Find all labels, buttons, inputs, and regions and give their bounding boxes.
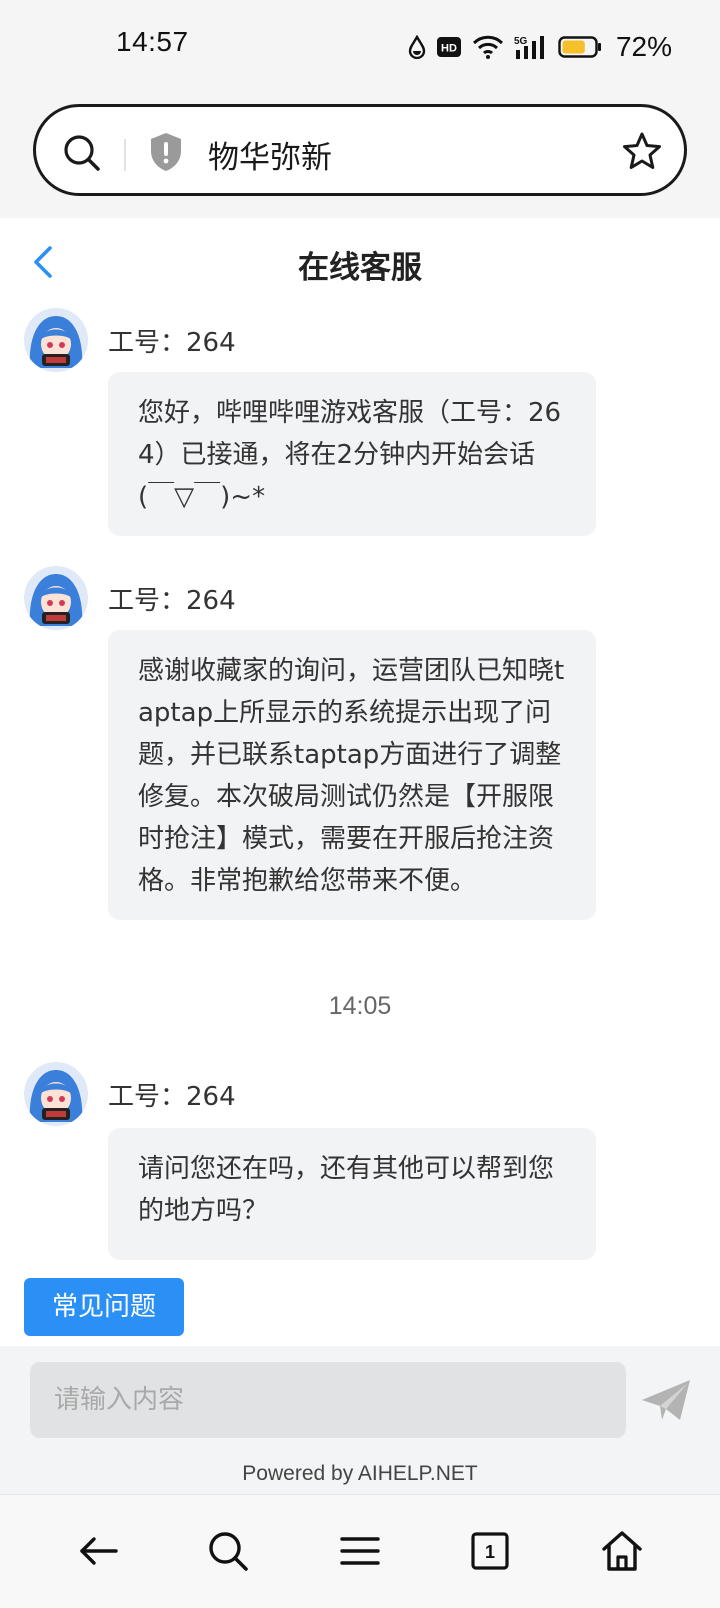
shield-icon[interactable] bbox=[148, 131, 184, 177]
wifi-icon bbox=[472, 34, 504, 60]
star-icon[interactable] bbox=[622, 131, 662, 175]
status-time: 14:57 bbox=[116, 26, 189, 57]
network-label: 5G bbox=[514, 36, 528, 47]
battery-text: 72% bbox=[615, 31, 672, 62]
address-divider bbox=[124, 139, 126, 171]
status-bar: 14:57 HD 5G 72% bbox=[0, 0, 720, 96]
agent-name: 工号：264 bbox=[108, 1082, 236, 1112]
send-icon[interactable] bbox=[640, 1376, 694, 1426]
status-icons: HD 5G 72% bbox=[408, 30, 672, 64]
agent-avatar bbox=[24, 1062, 88, 1126]
search-icon[interactable] bbox=[204, 1527, 252, 1575]
message-input[interactable] bbox=[30, 1362, 626, 1438]
message-bubble: 您好，哔哩哔哩游戏客服（工号：264）已接通，将在2分钟内开始会话(￣▽￣)~* bbox=[108, 372, 596, 536]
input-area: Powered by AIHELP.NET bbox=[0, 1346, 720, 1494]
battery-icon bbox=[558, 35, 602, 59]
hd-icon: HD bbox=[436, 36, 462, 58]
search-icon[interactable] bbox=[62, 133, 102, 177]
address-bar[interactable]: 物华弥新 bbox=[33, 104, 687, 196]
tab-count: 1 bbox=[485, 1542, 495, 1562]
address-title[interactable]: 物华弥新 bbox=[208, 132, 332, 177]
time-separator: 14:05 bbox=[328, 992, 392, 1020]
browser-toolbar: 物华弥新 bbox=[0, 96, 720, 218]
tabs-icon[interactable]: 1 bbox=[466, 1527, 514, 1575]
agent-name: 工号：264 bbox=[108, 586, 236, 616]
agent-avatar bbox=[24, 566, 88, 630]
faq-button[interactable]: 常见问题 bbox=[24, 1278, 184, 1336]
bottom-nav: 1 bbox=[0, 1494, 720, 1608]
agent-name: 工号：264 bbox=[108, 328, 236, 358]
powered-by: Powered by AIHELP.NET bbox=[242, 1462, 478, 1485]
hd-label: HD bbox=[441, 43, 457, 55]
page-header: 在线客服 bbox=[0, 218, 720, 308]
back-arrow-icon[interactable] bbox=[74, 1527, 122, 1575]
message-bubble: 感谢收藏家的询问，运营团队已知晓taptap上所显示的系统提示出现了问题，并已联… bbox=[108, 630, 596, 920]
water-drop-icon bbox=[408, 35, 426, 59]
menu-icon[interactable] bbox=[336, 1527, 384, 1575]
page: 14:57 HD 5G 72% 物华弥新 在线客服 工号：264 您好，哔哩哔哩… bbox=[0, 0, 720, 1608]
message-bubble: 请问您还在吗，还有其他可以帮到您的地方吗？ bbox=[108, 1128, 596, 1260]
5g-signal-icon: 5G bbox=[514, 34, 548, 60]
page-title: 在线客服 bbox=[298, 250, 422, 286]
chat-area[interactable]: 工号：264 您好，哔哩哔哩游戏客服（工号：264）已接通，将在2分钟内开始会话… bbox=[0, 308, 720, 1266]
agent-avatar bbox=[24, 308, 88, 372]
home-icon[interactable] bbox=[598, 1527, 646, 1575]
